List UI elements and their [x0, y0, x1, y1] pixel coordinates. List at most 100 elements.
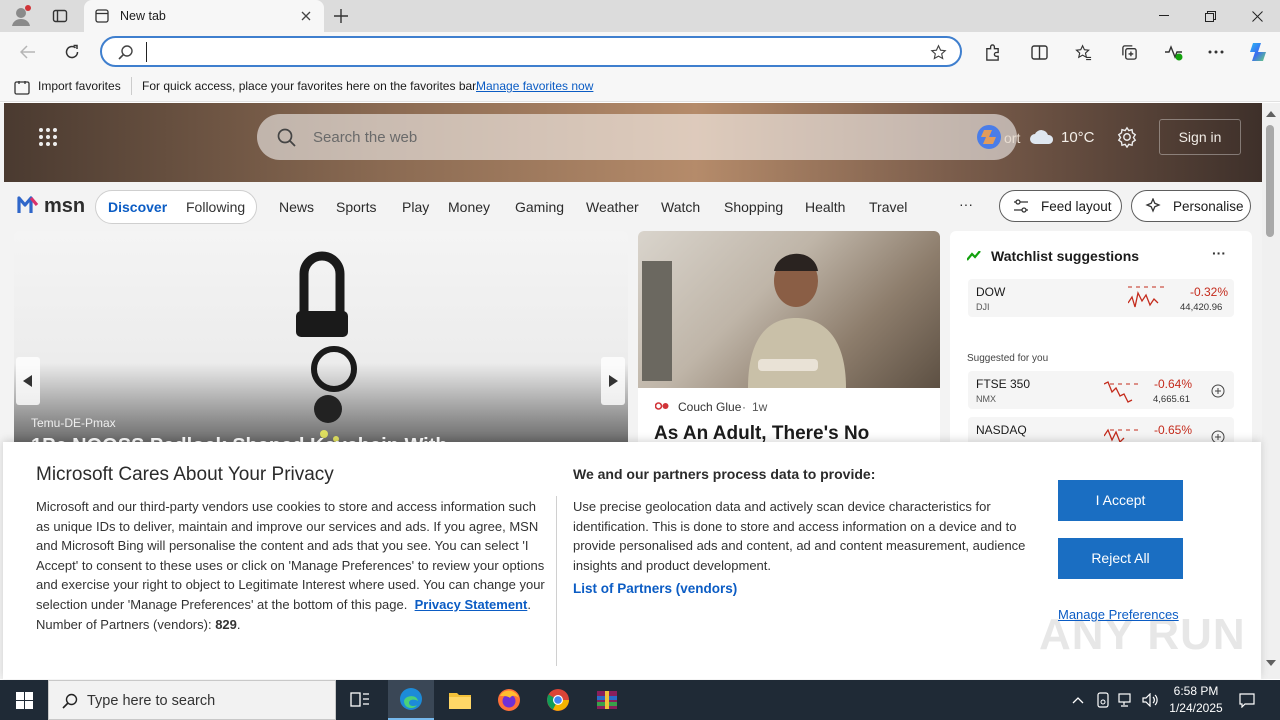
- nav-watch[interactable]: Watch: [661, 199, 700, 215]
- split-screen-icon[interactable]: [1027, 40, 1051, 64]
- watchlist-more-button[interactable]: ···: [1212, 245, 1226, 261]
- partners-count-label: Number of Partners (vendors):: [36, 616, 212, 632]
- sliders-icon: [1012, 198, 1030, 214]
- privacy-title: Microsoft Cares About Your Privacy: [36, 464, 334, 485]
- favorite-star-icon[interactable]: [928, 42, 948, 62]
- partners-count: 829: [215, 616, 237, 632]
- personalise-button[interactable]: Personalise: [1131, 190, 1251, 222]
- tray-device-icon[interactable]: [1093, 690, 1113, 710]
- address-input[interactable]: [146, 42, 906, 62]
- favorites-icon[interactable]: [1072, 40, 1096, 64]
- stock-change: -0.65%: [1154, 423, 1193, 437]
- feed-layout-button[interactable]: Feed layout: [999, 190, 1122, 222]
- reject-all-button[interactable]: Reject All: [1058, 538, 1183, 579]
- nav-sports[interactable]: Sports: [336, 199, 376, 215]
- tab-discover[interactable]: Discover: [108, 199, 167, 215]
- import-favorites-button[interactable]: Import favorites: [38, 79, 121, 93]
- stock-exchange: DJI: [976, 302, 990, 312]
- app-launcher-icon[interactable]: [36, 125, 60, 149]
- carousel-prev-button[interactable]: [16, 357, 40, 405]
- article-age: 1w: [752, 400, 768, 414]
- system-clock[interactable]: 6:58 PM 1/24/2025: [1164, 683, 1228, 717]
- collections-icon[interactable]: [1117, 40, 1141, 64]
- scrollbar-thumb[interactable]: [1266, 125, 1274, 237]
- stock-symbol: NASDAQ: [976, 423, 1027, 437]
- volume-icon[interactable]: [1140, 690, 1160, 710]
- nav-money[interactable]: Money: [448, 199, 490, 215]
- sparkline-dow: [1128, 286, 1168, 308]
- nav-play[interactable]: Play: [402, 199, 429, 215]
- new-tab-plus-icon[interactable]: [330, 5, 352, 27]
- stock-value: 4,665.61: [1153, 394, 1190, 405]
- sign-in-button[interactable]: Sign in: [1159, 119, 1241, 155]
- msn-logo-icon[interactable]: [16, 192, 42, 218]
- accept-button[interactable]: I Accept: [1058, 480, 1183, 521]
- browser-essentials-icon[interactable]: [1161, 40, 1185, 64]
- close-tab-icon[interactable]: [298, 8, 314, 24]
- chrome-icon[interactable]: [535, 680, 581, 720]
- notifications-icon[interactable]: [1234, 690, 1260, 710]
- manage-preferences-link[interactable]: Manage Preferences: [1058, 607, 1179, 622]
- address-bar[interactable]: [100, 36, 962, 67]
- add-to-watchlist-icon[interactable]: [1210, 383, 1226, 399]
- network-icon[interactable]: [1116, 690, 1136, 710]
- windows-start-icon[interactable]: [0, 680, 48, 720]
- nav-gaming[interactable]: Gaming: [515, 199, 564, 215]
- nav-shopping[interactable]: Shopping: [724, 199, 783, 215]
- nav-weather[interactable]: Weather: [586, 199, 639, 215]
- banner-divider: [556, 496, 557, 666]
- stock-change: -0.32%: [1190, 285, 1229, 299]
- web-search-box[interactable]: Search the web: [257, 114, 1017, 160]
- tab-new-tab[interactable]: New tab: [84, 0, 324, 32]
- copilot-icon[interactable]: [1244, 38, 1272, 66]
- carousel-card[interactable]: Temu-DE-Pmax 1Pc NOOSS Padlock Shaped Ke…: [14, 231, 628, 451]
- list-of-partners-link[interactable]: List of Partners (vendors): [573, 581, 737, 596]
- taskbar-search-box[interactable]: Type here to search: [48, 680, 336, 720]
- stock-value: 44,420.96: [1180, 302, 1223, 313]
- close-window-icon[interactable]: [1242, 4, 1272, 28]
- profile-icon[interactable]: [8, 4, 34, 28]
- nav-health[interactable]: Health: [805, 199, 845, 215]
- nav-news[interactable]: News: [279, 199, 314, 215]
- scroll-down-icon[interactable]: [1266, 660, 1276, 666]
- task-view-icon[interactable]: [340, 680, 380, 720]
- edge-taskbar-icon[interactable]: [388, 680, 434, 720]
- firefox-icon[interactable]: [486, 680, 532, 720]
- stock-row-ftse[interactable]: FTSE 350 NMX -0.64% 4,665.61: [968, 371, 1234, 409]
- copilot-search-icon[interactable]: [975, 123, 1003, 151]
- stock-symbol: DOW: [976, 285, 1006, 299]
- carousel-next-button[interactable]: [601, 357, 625, 405]
- refresh-icon[interactable]: [60, 40, 84, 64]
- browser-toolbar: [0, 32, 1280, 72]
- scroll-up-icon[interactable]: [1266, 111, 1276, 117]
- feed-layout-label: Feed layout: [1041, 199, 1112, 214]
- tab-actions-icon[interactable]: [48, 4, 72, 28]
- file-explorer-icon[interactable]: [437, 680, 483, 720]
- winrar-icon[interactable]: [584, 680, 630, 720]
- privacy-statement-link[interactable]: Privacy Statement: [415, 597, 528, 612]
- more-menu-icon[interactable]: [1204, 40, 1228, 64]
- weather-temperature[interactable]: 10°C: [1061, 129, 1095, 146]
- restore-icon[interactable]: [1196, 4, 1224, 28]
- manage-favorites-link[interactable]: Manage favorites now: [476, 79, 593, 93]
- nav-more-button[interactable]: ···: [959, 196, 973, 212]
- minimize-icon[interactable]: [1150, 4, 1178, 28]
- settings-gear-icon[interactable]: [1115, 125, 1139, 149]
- tray-chevron-up-icon[interactable]: [1068, 690, 1088, 710]
- chevron-left-icon: [23, 375, 32, 387]
- privacy-consent-banner: Microsoft Cares About Your Privacy Micro…: [3, 442, 1261, 679]
- article-source: Couch Glue: [678, 400, 742, 414]
- msn-logo-text[interactable]: msn: [44, 195, 85, 218]
- back-icon[interactable]: [16, 40, 40, 64]
- import-favorites-icon[interactable]: [13, 78, 31, 96]
- nav-travel[interactable]: Travel: [869, 199, 907, 215]
- stock-row-dow[interactable]: DOW DJI -0.32% 44,420.96: [968, 279, 1234, 317]
- tab-following[interactable]: Following: [186, 199, 245, 215]
- extensions-icon[interactable]: [980, 40, 1004, 64]
- source-logo-icon: [654, 400, 670, 412]
- feed-toggle: Discover Following: [95, 190, 257, 224]
- trending-up-icon: [966, 249, 984, 263]
- article-card[interactable]: Couch Glue · 1w As An Adult, There's No: [638, 231, 940, 451]
- page-scrollbar[interactable]: [1262, 103, 1280, 679]
- cloud-icon[interactable]: [1028, 127, 1056, 147]
